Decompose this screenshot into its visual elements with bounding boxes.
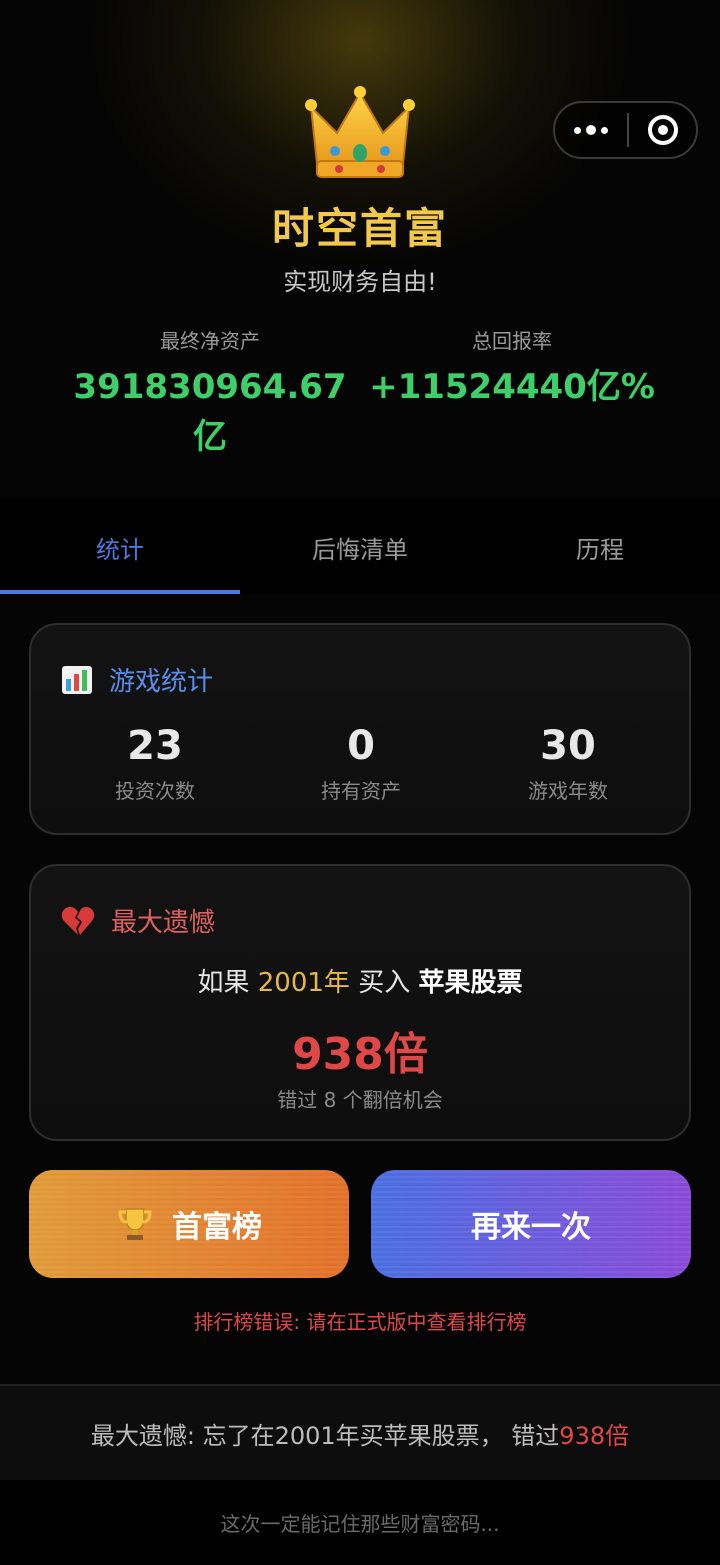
- broken-heart-icon: [61, 906, 95, 935]
- page-title: 时空首富: [271, 204, 448, 253]
- regret-multiple: 938倍: [292, 1029, 428, 1080]
- more-menu-icon[interactable]: [555, 103, 627, 157]
- stat-holdings: 0 持有资产: [251, 723, 471, 804]
- stat-value: 23: [127, 723, 183, 769]
- play-again-button-label: 再来一次: [471, 1210, 591, 1245]
- stat-label: 投资次数: [115, 779, 195, 803]
- regret-prefix: 如果: [197, 968, 250, 998]
- regret-summary-bar: 最大遗憾: 忘了在2001年买苹果股票， 错过 938倍: [0, 1386, 720, 1480]
- result-page: 时空首富 实现财务自由! 最终净资产 391830964.67亿 总回报率 +1…: [0, 0, 720, 1565]
- tab-bar: 统计 后悔清单 历程: [0, 498, 720, 594]
- regret-title: 最大遗憾: [111, 908, 216, 938]
- biggest-regret-card: 最大遗憾 如果 2001年 买入 苹果股票 938倍 错过 8 个翻倍机会: [29, 864, 691, 1141]
- net-assets-block: 最终净资产 391830964.67亿: [60, 325, 360, 462]
- total-return-block: 总回报率 +11524440亿%: [362, 325, 662, 412]
- play-again-button[interactable]: 再来一次: [371, 1170, 691, 1278]
- tab-history[interactable]: 历程: [480, 498, 720, 594]
- game-stats-header: 游戏统计: [61, 661, 213, 698]
- regret-stock: 苹果股票: [418, 968, 523, 998]
- regret-summary-highlight: 938倍: [559, 1421, 630, 1450]
- leaderboard-button[interactable]: 首富榜: [29, 1170, 349, 1278]
- net-assets-value: 391830964.67亿: [73, 367, 347, 457]
- trophy-icon: [118, 1208, 152, 1240]
- page-subtitle: 实现财务自由!: [283, 268, 437, 296]
- regret-header: 最大遗憾: [61, 902, 215, 939]
- footer-caption: 这次一定能记住那些财富密码...: [0, 1480, 720, 1565]
- stat-value: 30: [540, 723, 596, 769]
- miniprogram-capsule: [553, 101, 698, 159]
- regret-missed-chances: 错过 8 个翻倍机会: [277, 1088, 443, 1112]
- game-stats-title: 游戏统计: [109, 667, 214, 697]
- stat-investments: 23 投资次数: [45, 723, 265, 804]
- net-assets-label: 最终净资产: [160, 329, 260, 353]
- stat-label: 持有资产: [321, 779, 401, 803]
- bar-chart-icon: [62, 665, 92, 694]
- regret-sentence: 如果 2001年 买入 苹果股票: [31, 962, 689, 999]
- tab-regret-list[interactable]: 后悔清单: [240, 498, 480, 594]
- crown-icon: [305, 86, 415, 178]
- leaderboard-error-text: 排行榜错误: 请在正式版中查看排行榜: [193, 1310, 527, 1334]
- game-stats-card: 游戏统计 23 投资次数 0 持有资产 30 游戏年数: [29, 623, 691, 835]
- regret-year: 2001年: [257, 968, 350, 998]
- stat-value: 0: [347, 723, 375, 769]
- regret-summary-text: 最大遗憾: 忘了在2001年买苹果股票， 错过: [90, 1421, 560, 1450]
- total-return-label: 总回报率: [472, 329, 552, 353]
- total-return-value: +11524440亿%: [369, 367, 655, 407]
- tab-stats[interactable]: 统计: [0, 498, 240, 594]
- stat-years: 30 游戏年数: [458, 723, 678, 804]
- close-miniprogram-icon[interactable]: [629, 103, 696, 157]
- regret-action: 买入: [358, 968, 411, 998]
- stat-label: 游戏年数: [528, 779, 608, 803]
- leaderboard-button-label: 首富榜: [172, 1210, 262, 1245]
